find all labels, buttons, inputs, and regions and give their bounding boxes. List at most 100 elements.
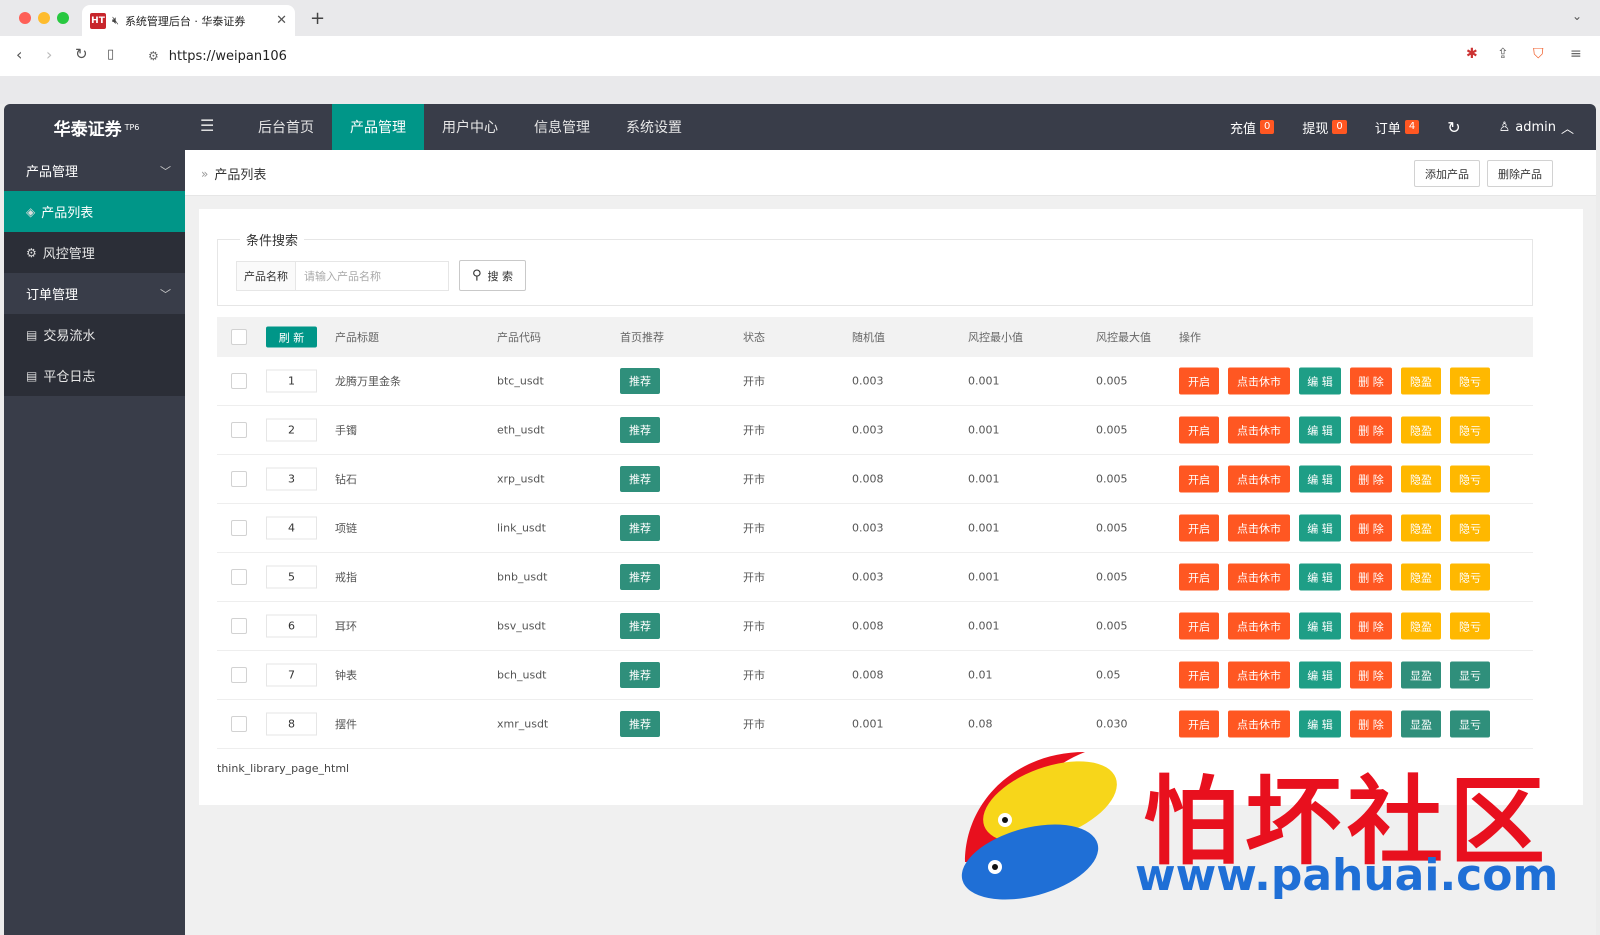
refresh-button[interactable]: 刷 新	[266, 326, 317, 348]
sort-input[interactable]: 1	[266, 369, 317, 393]
bookmark-icon[interactable]: ▯	[107, 47, 114, 62]
hide-profit-button[interactable]: 隐盈	[1401, 367, 1441, 395]
sidebar-group-products[interactable]: 产品管理 ﹀	[4, 150, 185, 191]
sort-input[interactable]: 4	[266, 516, 317, 540]
edit-button[interactable]: 编 辑	[1299, 416, 1341, 444]
close-market-button[interactable]: 点击休市	[1228, 367, 1290, 395]
hide-profit-button[interactable]: 隐盈	[1401, 416, 1441, 444]
recharge-link[interactable]: 充值 0	[1216, 118, 1288, 137]
nav-info[interactable]: 信息管理	[516, 104, 608, 150]
sort-input[interactable]: 3	[266, 467, 317, 491]
hide-loss-button[interactable]: 隐亏	[1450, 367, 1490, 395]
delete-button[interactable]: 删 除	[1350, 416, 1392, 444]
close-market-button[interactable]: 点击休市	[1228, 563, 1290, 591]
search-input[interactable]	[295, 261, 449, 291]
row-checkbox[interactable]	[231, 520, 247, 536]
delete-button[interactable]: 删 除	[1350, 563, 1392, 591]
edit-button[interactable]: 编 辑	[1299, 563, 1341, 591]
translate-icon[interactable]: ✱	[1466, 46, 1478, 62]
row-checkbox[interactable]	[231, 716, 247, 732]
close-market-button[interactable]: 点击休市	[1228, 612, 1290, 640]
back-icon[interactable]: ‹	[16, 45, 22, 64]
hide-profit-button[interactable]: 隐盈	[1401, 612, 1441, 640]
sidebar-item-product-list[interactable]: ◈ 产品列表	[4, 191, 185, 232]
open-button[interactable]: 开启	[1179, 612, 1219, 640]
close-window-button[interactable]	[19, 12, 31, 24]
mute-icon[interactable]: 🔇︎	[112, 14, 119, 28]
row-checkbox[interactable]	[231, 373, 247, 389]
open-button[interactable]: 开启	[1179, 661, 1219, 689]
hide-profit-button[interactable]: 隐盈	[1401, 563, 1441, 591]
open-button[interactable]: 开启	[1179, 710, 1219, 738]
close-market-button[interactable]: 点击休市	[1228, 710, 1290, 738]
tab-close-icon[interactable]: ✕	[276, 13, 287, 28]
user-menu[interactable]: ♙ admin ︿	[1475, 118, 1596, 137]
open-button[interactable]: 开启	[1179, 367, 1219, 395]
hide-loss-button[interactable]: 隐亏	[1450, 465, 1490, 493]
hide-loss-button[interactable]: 隐亏	[1450, 612, 1490, 640]
sidebar-group-orders[interactable]: 订单管理 ﹀	[4, 273, 185, 314]
site-settings-icon[interactable]: ⚙	[148, 49, 159, 63]
recommend-button[interactable]: 推荐	[620, 564, 660, 590]
sidebar-item-risk[interactable]: ⚙ 风控管理	[4, 232, 185, 273]
new-tab-icon[interactable]: +	[310, 8, 325, 29]
reload-icon[interactable]: ↻	[75, 45, 88, 63]
edit-button[interactable]: 编 辑	[1299, 514, 1341, 542]
close-market-button[interactable]: 点击休市	[1228, 416, 1290, 444]
forward-icon[interactable]: ›	[46, 45, 52, 64]
show-loss-button[interactable]: 显亏	[1450, 661, 1490, 689]
edit-button[interactable]: 编 辑	[1299, 367, 1341, 395]
show-profit-button[interactable]: 显盈	[1401, 710, 1441, 738]
nav-home[interactable]: 后台首页	[240, 104, 332, 150]
edit-button[interactable]: 编 辑	[1299, 465, 1341, 493]
edit-button[interactable]: 编 辑	[1299, 661, 1341, 689]
show-profit-button[interactable]: 显盈	[1401, 661, 1441, 689]
address-bar[interactable]: ⚙ https://weipan106	[138, 40, 1568, 72]
close-market-button[interactable]: 点击休市	[1228, 465, 1290, 493]
close-market-button[interactable]: 点击休市	[1228, 514, 1290, 542]
row-checkbox[interactable]	[231, 471, 247, 487]
nav-products[interactable]: 产品管理	[332, 104, 424, 150]
sort-input[interactable]: 7	[266, 663, 317, 687]
sort-input[interactable]: 5	[266, 565, 317, 589]
menu-toggle-icon[interactable]: ☰	[200, 116, 214, 135]
recommend-button[interactable]: 推荐	[620, 662, 660, 688]
hide-profit-button[interactable]: 隐盈	[1401, 465, 1441, 493]
recommend-button[interactable]: 推荐	[620, 515, 660, 541]
close-market-button[interactable]: 点击休市	[1228, 661, 1290, 689]
delete-button[interactable]: 删 除	[1350, 367, 1392, 395]
sidebar-item-transactions[interactable]: ▤ 交易流水	[4, 314, 185, 355]
delete-button[interactable]: 删 除	[1350, 661, 1392, 689]
row-checkbox[interactable]	[231, 618, 247, 634]
order-link[interactable]: 订单 4	[1361, 118, 1433, 137]
maximize-window-button[interactable]	[57, 12, 69, 24]
minimize-window-button[interactable]	[38, 12, 50, 24]
hide-loss-button[interactable]: 隐亏	[1450, 514, 1490, 542]
search-button[interactable]: ⚲ 搜 索	[459, 260, 526, 291]
sort-input[interactable]: 2	[266, 418, 317, 442]
refresh-link[interactable]: ↻	[1433, 118, 1474, 137]
browser-tab[interactable]: HT 🔇︎ 系统管理后台 · 华泰证券 ✕	[82, 5, 295, 36]
edit-button[interactable]: 编 辑	[1299, 612, 1341, 640]
menu-icon[interactable]: ≡	[1570, 46, 1582, 62]
withdraw-link[interactable]: 提现 0	[1288, 118, 1360, 137]
row-checkbox[interactable]	[231, 667, 247, 683]
tab-list-chevron-icon[interactable]: ⌄	[1572, 9, 1582, 23]
row-checkbox[interactable]	[231, 422, 247, 438]
hide-loss-button[interactable]: 隐亏	[1450, 563, 1490, 591]
nav-settings[interactable]: 系统设置	[608, 104, 700, 150]
brave-shield-icon[interactable]: ⛉	[1533, 46, 1544, 62]
sidebar-item-close-log[interactable]: ▤ 平仓日志	[4, 355, 185, 396]
select-all-checkbox[interactable]	[231, 329, 247, 345]
hide-loss-button[interactable]: 隐亏	[1450, 416, 1490, 444]
recommend-button[interactable]: 推荐	[620, 466, 660, 492]
open-button[interactable]: 开启	[1179, 465, 1219, 493]
hide-profit-button[interactable]: 隐盈	[1401, 514, 1441, 542]
delete-button[interactable]: 删 除	[1350, 612, 1392, 640]
recommend-button[interactable]: 推荐	[620, 417, 660, 443]
delete-product-button[interactable]: 删除产品	[1487, 160, 1553, 187]
sort-input[interactable]: 8	[266, 712, 317, 736]
recommend-button[interactable]: 推荐	[620, 711, 660, 737]
delete-button[interactable]: 删 除	[1350, 465, 1392, 493]
share-icon[interactable]: ⇪	[1497, 46, 1509, 62]
